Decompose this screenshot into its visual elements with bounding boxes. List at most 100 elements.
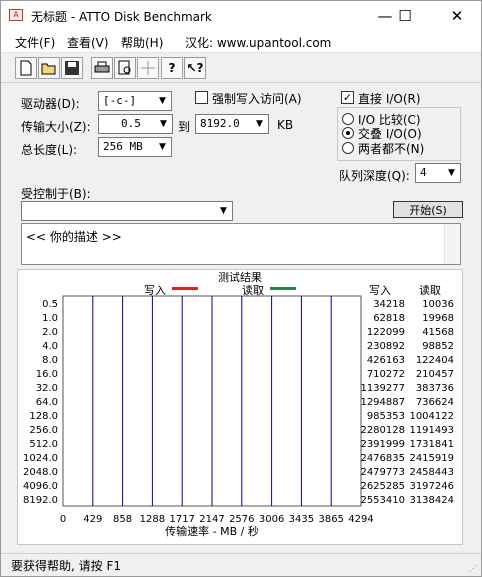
x-tick-label: 429: [83, 514, 102, 525]
save-icon[interactable]: [61, 57, 83, 79]
read-value: 1191493: [409, 425, 454, 436]
legend-read-label: 读取: [242, 283, 264, 297]
x-axis-label: 传输速率 - MB / 秒: [165, 524, 259, 538]
app-window: A 无标题 - ATTO Disk Benchmark — ☐ ✕ 文件(F) …: [0, 0, 482, 577]
chevron-down-icon: ▼: [160, 119, 167, 129]
controlled-by-label: 受控制于(B):: [21, 187, 91, 201]
close-button[interactable]: ✕: [439, 1, 475, 31]
force-write-checkbox[interactable]: [195, 91, 208, 104]
category-label: 2048.0: [23, 467, 58, 478]
write-value: 2625285: [360, 481, 405, 492]
description-scrollbar[interactable]: [444, 224, 460, 264]
category-label: 1024.0: [23, 453, 58, 464]
results-chart: 测试结果写入 读取 写入 读取 0 429 858 1288 1717 2147 2576 3006 3…: [23, 271, 454, 538]
start-button[interactable]: 开始(S): [393, 201, 463, 218]
transfer-to-label: 到: [178, 120, 191, 134]
neither-radio[interactable]: [342, 142, 354, 154]
category-label: 2.0: [42, 327, 58, 338]
menu-help[interactable]: 帮助(H): [121, 34, 163, 51]
write-value: 2280128: [360, 425, 405, 436]
app-icon: A: [9, 9, 23, 21]
write-value: 122099: [367, 327, 405, 338]
menu-file[interactable]: 文件(F): [15, 34, 55, 51]
overlap-io-radio[interactable]: [342, 127, 354, 139]
total-length-select[interactable]: 256 MB ▼: [98, 137, 172, 157]
x-tick-label: 2147: [199, 514, 224, 525]
read-value: 2458443: [409, 467, 454, 478]
read-value: 10036: [422, 299, 454, 310]
legend-write-swatch: [172, 287, 198, 290]
drive-select[interactable]: [-c-] ▼: [98, 91, 172, 111]
x-tick-label: 1288: [140, 514, 165, 525]
category-label: 512.0: [29, 439, 58, 450]
write-value: 2476835: [360, 453, 405, 464]
column-header-write: 写入: [369, 284, 391, 297]
read-value: 122404: [416, 355, 454, 366]
read-value: 1004122: [409, 411, 454, 422]
category-label: 8192.0: [23, 495, 58, 506]
chart-title: 测试结果: [218, 271, 262, 284]
x-tick-label: 3006: [259, 514, 284, 525]
legend-read-swatch: [270, 287, 296, 290]
write-value: 2553410: [360, 495, 405, 506]
category-label: 128.0: [29, 411, 58, 422]
read-value: 98852: [422, 341, 454, 352]
x-tick-label: 858: [113, 514, 132, 525]
chevron-down-icon: ▼: [448, 168, 455, 178]
legend-write-label: 写入: [144, 284, 166, 297]
window-title: 无标题 - ATTO Disk Benchmark: [31, 10, 212, 24]
controlled-by-select[interactable]: ▼: [21, 201, 233, 221]
start-button-label: 开始(S): [409, 204, 447, 217]
menu-localization[interactable]: 汉化: www.upantool.com: [185, 34, 331, 51]
direct-io-label: 直接 I/O(R): [358, 92, 421, 106]
chevron-down-icon: ▼: [159, 142, 166, 152]
new-icon[interactable]: [15, 57, 37, 79]
write-value: 1294887: [360, 397, 405, 408]
read-value: 210457: [416, 369, 454, 380]
title-bar: A 无标题 - ATTO Disk Benchmark — ☐ ✕: [1, 1, 481, 31]
queue-depth-label: 队列深度(Q):: [339, 169, 410, 183]
print-icon[interactable]: [91, 57, 113, 79]
move-icon[interactable]: [137, 57, 159, 79]
transfer-to-select[interactable]: 8192.0 ▼: [195, 114, 269, 134]
help-icon[interactable]: ?: [161, 57, 183, 79]
chevron-down-icon: ▼: [220, 206, 227, 216]
description-text: << 你的描述 >>: [26, 230, 122, 244]
resize-grip-icon[interactable]: ⋰: [469, 564, 479, 574]
results-panel: 测试结果 写入 读取 写入 读取 0 429 858 1288 1717 2147 2576 3006 3…: [17, 269, 463, 545]
io-compare-radio[interactable]: [342, 113, 354, 125]
write-value: 985353: [367, 411, 405, 422]
chevron-down-icon: ▼: [159, 96, 166, 106]
transfer-from-select[interactable]: 0.5 ▼: [98, 114, 173, 134]
read-value: 2415919: [409, 453, 454, 464]
x-tick-label: 3865: [318, 514, 343, 525]
status-bar: 要获得帮助, 请按 F1 ⋰: [1, 553, 481, 576]
transfer-unit-label: KB: [277, 118, 294, 132]
write-value: 710272: [367, 369, 405, 380]
category-label: 8.0: [42, 355, 58, 366]
write-value: 2391999: [360, 439, 405, 450]
menu-view[interactable]: 查看(V): [67, 34, 109, 51]
description-textarea[interactable]: << 你的描述 >>: [21, 223, 461, 265]
write-value: 62818: [373, 313, 405, 324]
print-preview-icon[interactable]: [114, 57, 136, 79]
direct-io-checkbox[interactable]: ✓: [341, 91, 354, 104]
status-text: 要获得帮助, 请按 F1: [11, 559, 121, 573]
total-length-label: 总长度(L):: [21, 143, 78, 157]
transfer-size-label: 传输大小(Z):: [21, 120, 91, 134]
read-value: 19968: [422, 313, 454, 324]
queue-depth-select[interactable]: 4 ▼: [415, 163, 461, 183]
toolbar: ? ↖?: [1, 53, 481, 83]
x-tick-label: 2576: [229, 514, 254, 525]
menu-bar: 文件(F) 查看(V) 帮助(H) 汉化: www.upantool.com: [1, 31, 481, 53]
read-value: 1731841: [409, 439, 454, 450]
read-value: 41568: [422, 327, 454, 338]
write-value: 2479773: [360, 467, 405, 478]
context-help-icon[interactable]: ↖?: [184, 57, 206, 79]
read-value: 383736: [416, 383, 454, 394]
maximize-button[interactable]: ☐: [387, 1, 423, 31]
write-value: 230892: [367, 341, 405, 352]
category-label: 1.0: [42, 313, 58, 324]
open-icon[interactable]: [38, 57, 60, 79]
column-header-read: 读取: [419, 283, 441, 297]
